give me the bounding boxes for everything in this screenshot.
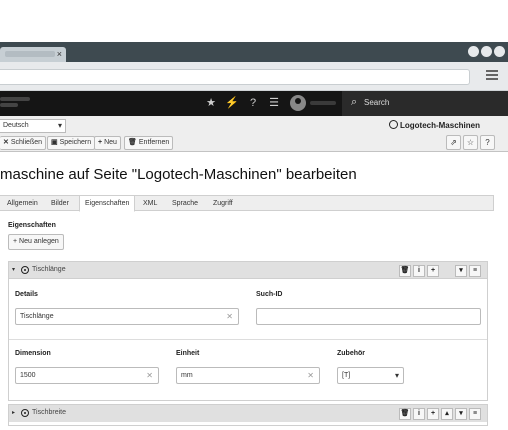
remove-button-label: Entfernen: [138, 139, 170, 146]
trash-icon: 🗑: [128, 139, 137, 146]
window-close-button[interactable]: [494, 46, 505, 57]
dimension-value: 1500: [20, 372, 36, 379]
backend-topbar: ★ ⚡ ? ☰ ⌕ Search: [0, 91, 508, 116]
plus-icon: +: [98, 139, 103, 146]
help-button[interactable]: ?: [480, 135, 495, 150]
chevron-right-icon[interactable]: ▸: [12, 409, 15, 416]
info-icon[interactable]: i: [413, 408, 425, 420]
site-logo[interactable]: [0, 97, 34, 110]
tab-title-placeholder: [5, 51, 55, 57]
clear-icon[interactable]: ✕: [307, 368, 314, 383]
tab-bar: Allgemein Bilder Eigenschaften XML Sprac…: [0, 195, 494, 212]
divider: [9, 339, 487, 340]
close-icon: ✕: [3, 139, 9, 146]
panel-title: Tischbreite: [32, 409, 66, 416]
add-property-label: Neu anlegen: [19, 238, 59, 245]
drag-handle-icon[interactable]: ≡: [469, 265, 481, 277]
search-icon: ⌕: [351, 96, 358, 108]
delete-icon[interactable]: 🗑: [399, 408, 411, 420]
move-up-icon[interactable]: ▴: [441, 408, 453, 420]
address-bar[interactable]: [0, 69, 470, 85]
external-link-icon[interactable]: ⇗: [446, 135, 461, 150]
browser-menu-icon[interactable]: [486, 70, 498, 80]
tab-close-icon[interactable]: ×: [57, 48, 62, 60]
save-icon: ▣: [51, 139, 58, 146]
addition-value: [T]: [342, 372, 351, 379]
close-button-label: Schließen: [10, 139, 43, 146]
page-crumb-label: Logotech-Maschinen: [399, 121, 480, 130]
chevron-down-icon: ▾: [394, 371, 399, 380]
details-input[interactable]: Tischlänge ✕: [15, 308, 239, 325]
language-value: Deutsch: [3, 122, 29, 129]
tab-eigenschaften[interactable]: Eigenschaften: [79, 195, 136, 212]
dimension-label: Dimension: [15, 350, 51, 357]
tab-xml[interactable]: XML: [138, 196, 162, 211]
close-button[interactable]: ✕ Schließen: [0, 136, 47, 150]
browser-tab-bar: ×: [0, 42, 508, 62]
unit-label: Einheit: [176, 350, 200, 357]
list-icon[interactable]: ☰: [266, 95, 282, 111]
new-button[interactable]: + Neu: [94, 136, 121, 150]
move-down-icon[interactable]: ▾: [455, 265, 467, 277]
panel-title: Tischlänge: [32, 266, 66, 273]
search-id-label: Such-ID: [256, 291, 283, 298]
tab-bilder[interactable]: Bilder: [46, 196, 74, 211]
tab-allgemein[interactable]: Allgemein: [2, 196, 43, 211]
page-title: maschine auf Seite "Logotech-Maschinen" …: [0, 166, 357, 183]
record-icon: [21, 266, 29, 274]
window-maximize-button[interactable]: [481, 46, 492, 57]
section-label: Eigenschaften: [8, 222, 56, 229]
delete-icon[interactable]: 🗑: [399, 265, 411, 277]
clear-icon[interactable]: ✕: [226, 309, 233, 324]
window-minimize-button[interactable]: [468, 46, 479, 57]
drag-handle-icon[interactable]: ≡: [469, 408, 481, 420]
tab-zugriff[interactable]: Zugriff: [208, 196, 238, 211]
search-area[interactable]: ⌕ Search: [342, 91, 508, 116]
star-outline-icon[interactable]: ☆: [463, 135, 478, 150]
move-down-icon[interactable]: ▾: [455, 408, 467, 420]
help-icon[interactable]: ?: [245, 95, 261, 111]
search-id-input[interactable]: [256, 308, 481, 325]
info-icon[interactable]: i: [413, 265, 425, 277]
tab-sprache[interactable]: Sprache: [167, 196, 203, 211]
username[interactable]: [310, 101, 336, 105]
page-crumb: Logotech-Maschinen: [388, 120, 480, 130]
record-icon: [21, 409, 29, 417]
language-select[interactable]: Deutsch ▾: [0, 119, 66, 133]
add-icon[interactable]: +: [427, 408, 439, 420]
bolt-icon[interactable]: ⚡: [224, 95, 240, 111]
clear-icon[interactable]: ✕: [146, 368, 153, 383]
panel-header[interactable]: ▾ Tischlänge 🗑 i + ▾ ≡: [9, 262, 487, 279]
avatar[interactable]: [290, 95, 306, 111]
remove-button[interactable]: 🗑 Entfernen: [124, 136, 174, 150]
chevron-down-icon[interactable]: ▾: [12, 266, 15, 273]
search-label: Search: [364, 98, 390, 107]
save-button[interactable]: ▣ Speichern: [47, 136, 96, 150]
browser-tab[interactable]: ×: [0, 47, 66, 62]
property-panel-tischlaenge: ▾ Tischlänge 🗑 i + ▾ ≡ Details Tischläng…: [8, 261, 488, 401]
details-label: Details: [15, 291, 38, 298]
unit-value: mm: [181, 372, 193, 379]
star-icon[interactable]: ★: [203, 95, 219, 111]
add-icon[interactable]: +: [427, 265, 439, 277]
page-icon: [388, 120, 398, 129]
save-button-label: Speichern: [59, 139, 92, 146]
dimension-input[interactable]: 1500 ✕: [15, 367, 159, 384]
addition-select[interactable]: [T] ▾: [337, 367, 404, 384]
new-button-label: Neu: [104, 139, 117, 146]
browser-chrome: [0, 0, 508, 42]
add-property-button[interactable]: + Neu anlegen: [8, 234, 64, 250]
addition-label: Zubehör: [337, 350, 365, 357]
unit-input[interactable]: mm ✕: [176, 367, 320, 384]
property-panel-tischbreite: ▸ Tischbreite 🗑 i + ▴ ▾ ≡: [8, 404, 488, 426]
panel-header[interactable]: ▸ Tischbreite 🗑 i + ▴ ▾ ≡: [9, 405, 487, 422]
chevron-down-icon: ▾: [57, 121, 62, 130]
browser-toolbar: [0, 62, 508, 91]
details-value: Tischlänge: [20, 313, 54, 320]
